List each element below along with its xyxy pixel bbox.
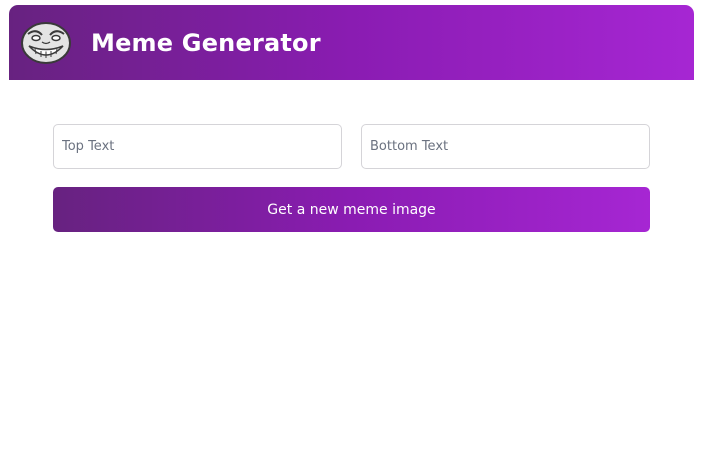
meme-form: Get a new meme image [53,124,650,232]
app-header: Meme Generator [9,5,694,80]
troll-face-icon [20,20,72,66]
get-meme-image-button[interactable]: Get a new meme image [53,187,650,232]
page-title: Meme Generator [91,28,321,57]
bottom-text-input[interactable] [361,124,650,169]
top-text-input[interactable] [53,124,342,169]
text-inputs-row [53,124,650,169]
